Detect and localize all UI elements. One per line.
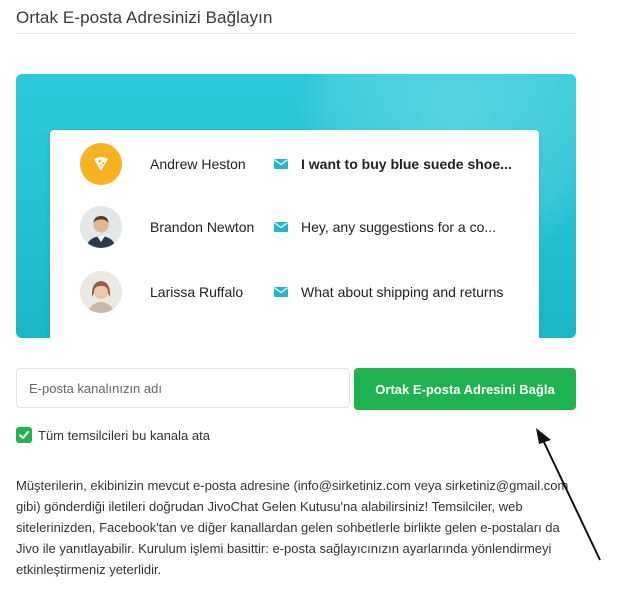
user-avatar [80, 206, 122, 248]
annotation-arrow-icon [536, 428, 601, 561]
contact-name: Andrew Heston [150, 156, 246, 172]
conversation-row: Andrew Heston I want to buy blue suede s… [50, 142, 539, 186]
inbox-preview-card: Andrew Heston I want to buy blue suede s… [50, 130, 539, 338]
conversation-row: Brandon Newton Hey, any suggestions for … [50, 205, 539, 249]
mail-icon [274, 159, 288, 169]
message-preview: Hey, any suggestions for a co... [301, 219, 497, 235]
page-title: Ortak E-posta Adresinizi Bağlayın [16, 8, 273, 27]
connect-shared-email-button[interactable]: Ortak E-posta Adresini Bağla [354, 368, 576, 410]
mail-icon [274, 222, 288, 232]
user-avatar [80, 271, 122, 313]
email-channel-name-input[interactable] [16, 368, 350, 408]
mail-icon [274, 287, 288, 297]
description-text: Müşterilerin, ekibinizin mevcut e-posta … [16, 478, 569, 577]
message-preview: I want to buy blue suede shoe... [301, 156, 512, 172]
contact-name: Larissa Ruffalo [150, 284, 244, 300]
conversation-row: Larissa Ruffalo What about shipping and … [50, 270, 539, 314]
message-preview: What about shipping and returns [301, 284, 504, 300]
contact-name: Brandon Newton [150, 219, 255, 235]
checkmark-icon [19, 431, 29, 439]
pizza-avatar-icon [80, 143, 122, 185]
preview-illustration: Andrew Heston I want to buy blue suede s… [16, 74, 576, 338]
title-divider [16, 33, 576, 34]
assign-all-agents-checkbox[interactable] [16, 427, 32, 443]
assign-all-agents-option[interactable]: Tüm temsilcileri bu kanala ata [16, 427, 210, 443]
checkbox-label: Tüm temsilcileri bu kanala ata [38, 427, 210, 443]
